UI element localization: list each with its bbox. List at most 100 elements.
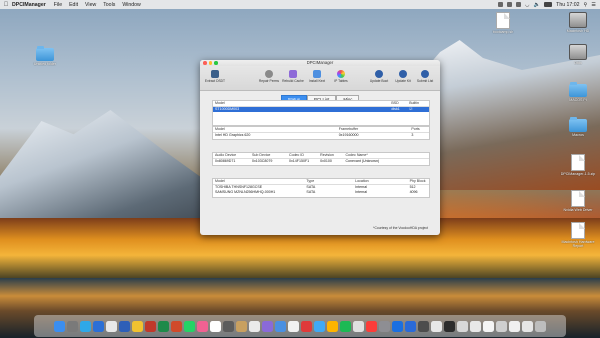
dock-app-icon[interactable] xyxy=(210,320,221,332)
document-icon xyxy=(496,12,510,29)
desktop-icon-folder[interactable]: Macros xyxy=(558,117,598,137)
dock-app-icon[interactable] xyxy=(366,320,377,332)
menu-bar:  DPCIManager File Edit View Tools Windo… xyxy=(0,0,600,9)
dock-app-icon[interactable] xyxy=(496,320,507,332)
dock-app-icon[interactable] xyxy=(418,320,429,332)
dock-app-icon[interactable] xyxy=(392,320,403,332)
globe-icon xyxy=(375,70,383,78)
desktop-icon-document[interactable]: bootcamp.sh xyxy=(483,12,523,34)
dock-app-icon[interactable] xyxy=(431,320,442,332)
globe-icon xyxy=(421,70,429,78)
builtin-checkbox[interactable]: ☑ xyxy=(407,107,429,112)
dock-app-icon[interactable] xyxy=(314,320,325,332)
search-icon[interactable]: ⚲ xyxy=(584,2,588,8)
dock-app-icon[interactable] xyxy=(54,320,65,332)
dock-app-icon[interactable] xyxy=(509,320,520,332)
status-app-icon[interactable] xyxy=(516,2,522,7)
battery-icon[interactable] xyxy=(544,2,553,7)
install-kext-button[interactable]: Install Kext xyxy=(304,68,330,83)
table-row[interactable]: Intel HD Graphics 620 0x19160000 3 xyxy=(213,133,429,138)
status-app-icon[interactable] xyxy=(507,2,513,7)
dock-app-icon[interactable] xyxy=(197,320,208,332)
desktop-icon-folder[interactable]: MACOS PI xyxy=(558,82,598,102)
document-icon xyxy=(571,154,585,171)
dock-app-icon[interactable] xyxy=(80,320,91,332)
dock-app-icon[interactable] xyxy=(158,320,169,332)
dock-app-icon[interactable] xyxy=(93,320,104,332)
dock-app-icon[interactable] xyxy=(301,320,312,332)
hard-drive-icon xyxy=(569,12,587,28)
desktop-icon-drive[interactable]: Data xyxy=(558,44,598,65)
dock-app-icon[interactable] xyxy=(171,320,182,332)
dock-app-icon[interactable] xyxy=(145,320,156,332)
globe-icon xyxy=(399,70,407,78)
dock-app-icon[interactable] xyxy=(288,320,299,332)
table-row[interactable]: SAMSUNG MZNLN256HMHQ-000H1 SATA Internal… xyxy=(213,190,429,195)
desktop-icon-document[interactable]: Macintosh Hardware Report xyxy=(558,222,598,248)
submit-list-button[interactable]: Submit List xyxy=(412,68,438,83)
apple-menu-icon[interactable]:  xyxy=(0,2,12,8)
storage-table: Model Type Location Phy Block TOSHIBA TH… xyxy=(212,178,430,198)
menu-edit[interactable]: Edit xyxy=(69,2,78,8)
extract-dsdt-button[interactable]: Extract DSDT xyxy=(202,68,228,83)
dock-app-icon[interactable] xyxy=(522,320,533,332)
status-app-icon[interactable] xyxy=(498,2,504,7)
repair-perms-button[interactable]: Repair Perms xyxy=(256,68,282,83)
app-menu[interactable]: DPCIManager xyxy=(12,2,46,8)
clock[interactable]: Thu 17:02 xyxy=(556,2,579,8)
zoom-button[interactable] xyxy=(214,61,218,65)
notification-center-icon[interactable]: ☰ xyxy=(591,2,596,8)
dock-app-icon[interactable] xyxy=(535,320,546,332)
gpu-table: Model Framebuffer Ports Intel HD Graphic… xyxy=(212,126,430,140)
volume-icon[interactable]: 🔈 xyxy=(534,2,540,8)
menu-file[interactable]: File xyxy=(54,2,62,8)
gear-icon xyxy=(265,70,273,78)
ip-tables-button[interactable]: IP Tables xyxy=(328,68,354,83)
status-area: ◡ 🔈 Thu 17:02 ⚲ ☰ xyxy=(498,2,600,8)
table-row[interactable]: 0x80869D71 0x103C8079 0x14F150F1 0x0100 … xyxy=(213,159,429,164)
desktop-icon-document[interactable]: Nvidia Web Driver xyxy=(558,190,598,212)
dock-app-icon[interactable] xyxy=(444,320,455,332)
desktop-icon-folder[interactable]: Untitled folder xyxy=(25,46,65,66)
dock-app-icon[interactable] xyxy=(223,320,234,332)
dock-app-icon[interactable] xyxy=(340,320,351,332)
dock-app-icon[interactable] xyxy=(132,320,143,332)
minimize-button[interactable] xyxy=(208,61,212,65)
desktop:  DPCIManager File Edit View Tools Windo… xyxy=(0,0,600,338)
dock-app-icon[interactable] xyxy=(379,320,390,332)
dock-app-icon[interactable] xyxy=(327,320,338,332)
close-button[interactable] xyxy=(203,61,207,65)
dock-app-icon[interactable] xyxy=(184,320,195,332)
dock-app-icon[interactable] xyxy=(262,320,273,332)
dock-app-icon[interactable] xyxy=(457,320,468,332)
dock-app-icon[interactable] xyxy=(405,320,416,332)
document-icon xyxy=(571,190,585,207)
rebuild-cache-button[interactable]: Rebuild Cache xyxy=(280,68,306,83)
dock-app-icon[interactable] xyxy=(353,320,364,332)
wallpaper-mountain-left xyxy=(0,110,230,220)
dock-app-icon[interactable] xyxy=(236,320,247,332)
menu-tools[interactable]: Tools xyxy=(103,2,115,8)
update-boot-button[interactable]: Update Boot xyxy=(366,68,392,83)
folder-icon xyxy=(569,117,587,132)
folder-icon xyxy=(36,46,54,61)
disk-table: Model BSD Builtin ST1000DM003 disk1 ☑ xyxy=(212,100,430,126)
wifi-icon[interactable]: ◡ xyxy=(525,2,530,8)
audio-table: Audio Device Sub Device Codec ID Revisio… xyxy=(212,152,430,166)
dock-app-icon[interactable] xyxy=(119,320,130,332)
dock-app-icon[interactable] xyxy=(67,320,78,332)
dock-app-icon[interactable] xyxy=(470,320,481,332)
dpcimanager-window: DPCIManager Extract DSDT Repair Perms Re… xyxy=(200,60,440,235)
table-row[interactable]: ST1000DM003 disk1 ☑ xyxy=(213,107,429,112)
dock-app-icon[interactable] xyxy=(106,320,117,332)
menu-window[interactable]: Window xyxy=(122,2,140,8)
window-title: DPCIManager xyxy=(306,60,334,65)
menu-view[interactable]: View xyxy=(85,2,96,8)
dock-app-icon[interactable] xyxy=(249,320,260,332)
cache-icon xyxy=(289,70,297,78)
dock-app-icon[interactable] xyxy=(483,320,494,332)
dock-app-icon[interactable] xyxy=(275,320,286,332)
desktop-icon-drive[interactable]: Macintosh HD xyxy=(558,12,598,33)
desktop-icon-document[interactable]: DPCIManager-1.5.zip xyxy=(558,154,598,176)
dock xyxy=(34,315,566,337)
